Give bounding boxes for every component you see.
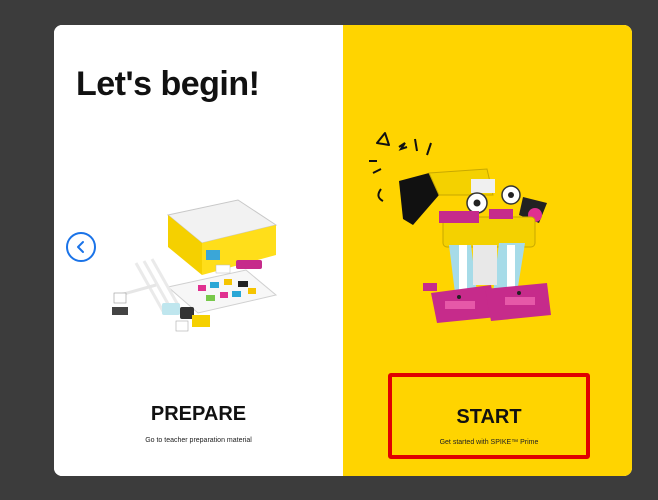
prepare-button[interactable]: PREPARE Go to teacher preparation materi… [54, 385, 343, 465]
start-area: START Get started with SPIKE™ Prime [343, 25, 632, 476]
start-title: START [456, 406, 522, 428]
prepare-title: PREPARE [150, 403, 247, 425]
start-subtitle: Get started with SPIKE™ Prime [439, 439, 539, 446]
prepare-area: PREPARE Go to teacher preparation materi… [54, 25, 343, 476]
prepare-subtitle: Go to teacher preparation material [145, 437, 252, 444]
start-button[interactable]: START Get started with SPIKE™ Prime [388, 373, 590, 459]
